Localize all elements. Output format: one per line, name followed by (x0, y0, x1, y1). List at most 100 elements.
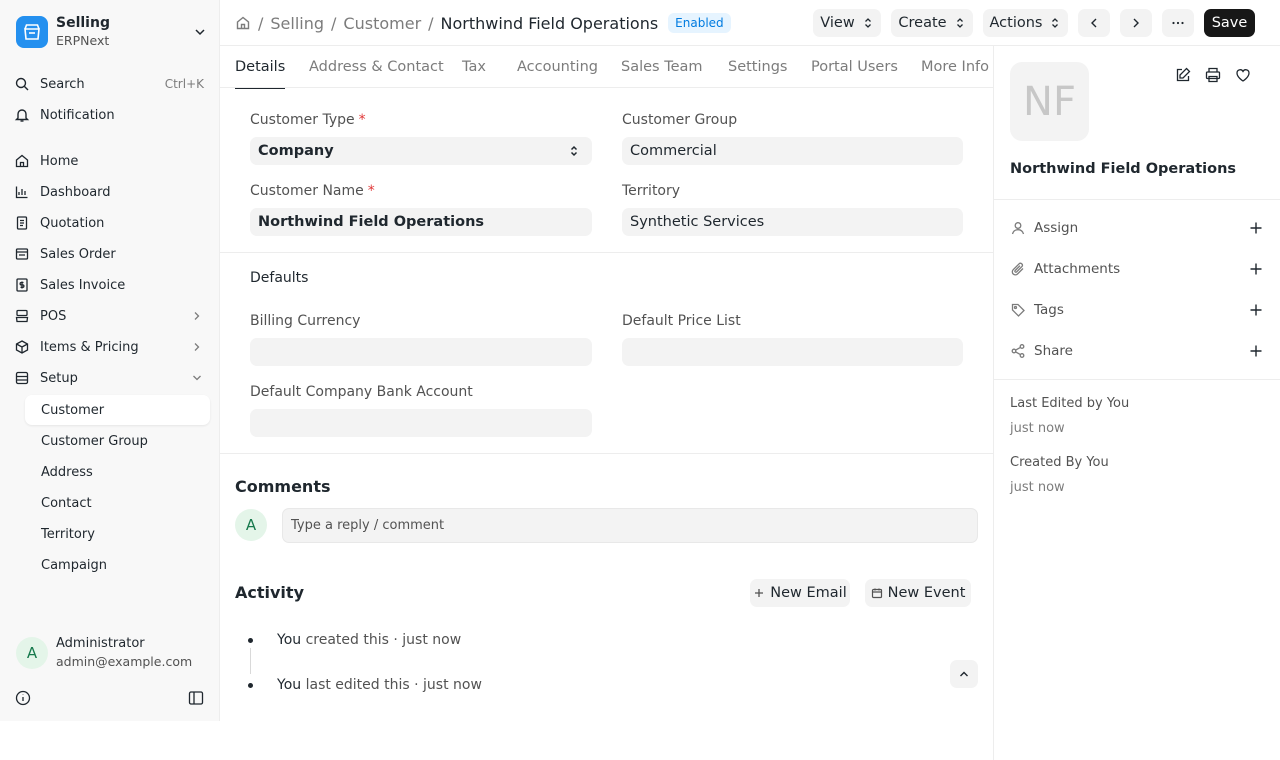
tab-settings[interactable]: Settings (728, 46, 787, 88)
tab-more-info[interactable]: More Info (921, 46, 989, 88)
sidebar-item-pos[interactable]: POS (8, 302, 210, 330)
territory-field[interactable]: Synthetic Services (622, 208, 963, 236)
sidebar-sub-label: Customer (41, 402, 105, 418)
sidebar-item-sales-invoice[interactable]: Sales Invoice (8, 271, 210, 299)
sidebar-search[interactable]: Search Ctrl+K (8, 70, 210, 98)
heart-icon[interactable] (1234, 66, 1252, 84)
tags-row[interactable]: Tags (1010, 300, 1264, 320)
share-icon (1011, 344, 1025, 358)
comment-avatar: A (235, 509, 267, 541)
sidebar-item-quotation[interactable]: Quotation (8, 209, 210, 237)
sidebar-item-label: Items & Pricing (40, 339, 139, 355)
customer-type-select[interactable]: Company (250, 137, 592, 165)
document-icon (16, 216, 28, 230)
plus-icon[interactable] (1248, 261, 1264, 277)
save-button[interactable]: Save (1204, 9, 1255, 37)
print-icon[interactable] (1204, 66, 1222, 84)
panel-divider (994, 379, 1280, 380)
breadcrumb-module[interactable]: Selling (270, 14, 324, 33)
required-mark: * (358, 112, 366, 128)
assign-row[interactable]: Assign (1010, 218, 1264, 238)
sidebar-item-customer[interactable]: Customer (25, 395, 210, 425)
user-name: Administrator (56, 636, 145, 651)
user-menu[interactable]: A Administrator admin@example.com (16, 632, 212, 674)
plus-icon[interactable] (1248, 220, 1264, 236)
last-edited-label: Last Edited by You (1010, 396, 1130, 411)
search-shortcut: Ctrl+K (164, 77, 204, 91)
app-switcher[interactable]: Selling ERPNext (16, 12, 212, 52)
create-label: Create (898, 15, 947, 31)
info-icon[interactable] (14, 689, 32, 707)
section-divider (220, 252, 993, 253)
customer-group-field[interactable]: Commercial (622, 137, 963, 165)
more-options-button[interactable] (1162, 9, 1194, 37)
default-bank-account-field[interactable] (250, 409, 592, 437)
share-row[interactable]: Share (1010, 341, 1264, 361)
collapse-sidebar-icon[interactable] (187, 689, 205, 707)
actions-label: Actions (989, 15, 1043, 31)
tab-address-contact[interactable]: Address & Contact (309, 46, 444, 88)
sidebar-item-contact[interactable]: Contact (25, 488, 210, 518)
billing-currency-field[interactable] (250, 338, 592, 366)
customer-name-field[interactable]: Northwind Field Operations (250, 208, 592, 236)
sidebar-item-sales-order[interactable]: Sales Order (8, 240, 210, 268)
sidebar-item-setup[interactable]: Setup (8, 364, 210, 392)
tab-sales-team[interactable]: Sales Team (621, 46, 703, 88)
new-email-button[interactable]: New Email (750, 579, 850, 607)
customer-group-label: Customer Group (622, 112, 738, 128)
edit-icon[interactable] (1174, 66, 1192, 84)
sidebar-item-home[interactable]: Home (8, 147, 210, 175)
page-title: Northwind Field Operations (440, 13, 659, 33)
view-label: View (820, 15, 855, 31)
chevron-down-icon (193, 375, 201, 381)
breadcrumb-separator: / (258, 13, 264, 33)
scroll-to-top-button[interactable] (950, 660, 978, 688)
tab-portal-users[interactable]: Portal Users (811, 46, 898, 88)
new-event-button[interactable]: New Event (865, 579, 971, 607)
sidebar-notification[interactable]: Notification (8, 101, 210, 129)
created-time: just now (1010, 480, 1065, 495)
sidebar-item-territory[interactable]: Territory (25, 519, 210, 549)
next-record-button[interactable] (1120, 9, 1152, 37)
tab-accounting[interactable]: Accounting (517, 46, 598, 88)
chevron-right-icon (194, 343, 200, 351)
comments-title: Comments (235, 477, 331, 496)
sidebar-item-label: Home (40, 153, 79, 169)
view-button[interactable]: View (813, 9, 881, 37)
breadcrumb-doctype[interactable]: Customer (343, 14, 421, 33)
form-sidebar: NF Northwind Field Operations Assign Att… (993, 46, 1280, 760)
breadcrumb-separator: / (331, 13, 337, 33)
sidebar-sub-label: Address (41, 464, 93, 480)
sidebar-item-dashboard[interactable]: Dashboard (8, 178, 210, 206)
previous-record-button[interactable] (1078, 9, 1110, 37)
sidebar-sub-label: Territory (41, 526, 95, 542)
customer-avatar[interactable]: NF (1010, 62, 1089, 141)
tab-tax[interactable]: Tax (462, 46, 486, 88)
sidebar-item-items-pricing[interactable]: Items & Pricing (8, 333, 210, 361)
timeline-item: You created this · just now (277, 632, 462, 648)
sidebar-item-label: Dashboard (40, 184, 111, 200)
create-button[interactable]: Create (891, 9, 973, 37)
breadcrumb-separator: / (428, 13, 434, 33)
comment-input[interactable]: Type a reply / comment (282, 508, 978, 543)
tab-details[interactable]: Details (235, 46, 286, 89)
chevron-right-icon (194, 312, 200, 320)
required-mark: * (367, 183, 375, 199)
default-price-list-field[interactable] (622, 338, 963, 366)
chart-icon (15, 186, 28, 199)
search-icon (15, 77, 29, 91)
sidebar-item-address[interactable]: Address (25, 457, 210, 487)
paperclip-icon (1011, 262, 1024, 276)
plus-icon[interactable] (1248, 302, 1264, 318)
sidebar-item-label: Quotation (40, 215, 105, 231)
home-icon[interactable] (235, 15, 251, 31)
defaults-section-title[interactable]: Defaults (250, 270, 308, 286)
sidebar-item-campaign[interactable]: Campaign (25, 550, 210, 580)
attachments-row[interactable]: Attachments (1010, 259, 1264, 279)
actions-button[interactable]: Actions (983, 9, 1068, 37)
plus-icon[interactable] (1248, 343, 1264, 359)
search-label: Search (40, 76, 85, 92)
plus-icon (755, 589, 764, 597)
sidebar-item-customer-group[interactable]: Customer Group (25, 426, 210, 456)
status-badge: Enabled (668, 13, 731, 33)
